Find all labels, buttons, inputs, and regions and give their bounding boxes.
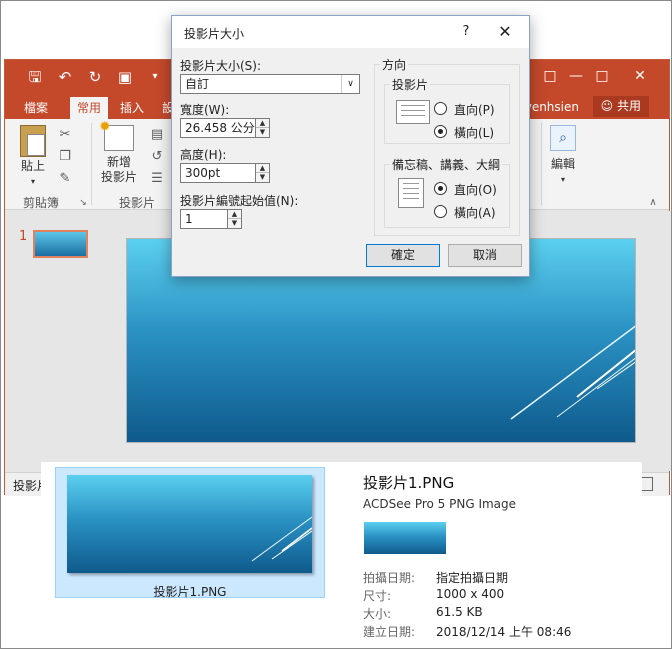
quick-access-toolbar: 🖫 ↶ ↻ ▣ ▾ xyxy=(25,67,165,87)
slides-group-label: 投影片 xyxy=(119,196,156,210)
edit-button[interactable]: ⌕ 編輯 ▾ xyxy=(545,125,581,187)
screenshot-stage: 🖫 ↶ ↻ ▣ ▾ □ — □ ✕ 檔案 常用 插入 設 venhsien ☺ … xyxy=(0,0,672,649)
help-button[interactable]: ? xyxy=(456,22,476,42)
section-icon[interactable]: ☰ xyxy=(149,171,165,187)
share-button[interactable]: ☺ 共用 xyxy=(592,96,649,117)
edit-label: 編輯 xyxy=(550,157,575,171)
slide-size-dialog: 投影片大小 ? ✕ 投影片大小(S): 自訂 ∨ 寬度(W): 26.458 公… xyxy=(171,15,530,277)
slides-portrait-label: 直向(P) xyxy=(454,103,495,117)
tab-insert[interactable]: 插入 xyxy=(113,97,151,119)
slide-size-select[interactable]: 自訂 ∨ xyxy=(180,74,360,94)
landscape-page-icon xyxy=(396,100,430,124)
notes-landscape-label: 橫向(A) xyxy=(454,206,496,220)
cancel-button[interactable]: 取消 xyxy=(448,244,522,267)
share-label: 共用 xyxy=(616,99,641,113)
slide-number: 1 xyxy=(19,229,28,244)
ribbon-separator xyxy=(91,123,92,205)
dialog-title: 投影片大小 xyxy=(184,27,245,41)
spin-down-icon[interactable]: ▼ xyxy=(256,128,269,137)
spin-up-icon[interactable]: ▲ xyxy=(228,210,241,219)
file-tile-caption: 投影片1.PNG xyxy=(153,585,227,599)
prop-value-created: 2018/12/14 上午 08:46 xyxy=(436,625,572,639)
chevron-down-icon: ▾ xyxy=(560,175,565,184)
portrait-page-icon xyxy=(398,178,424,208)
notes-group-title: 備忘稿、講義、大綱 xyxy=(390,156,503,173)
slides-portrait-radio[interactable] xyxy=(434,102,447,115)
new-slide-icon: ✹ xyxy=(99,120,134,151)
file-preview-panel: 投影片1.PNG 投影片1.PNG ACDSee Pro 5 PNG Image… xyxy=(41,462,642,648)
prop-label-size: 大小: xyxy=(363,607,392,621)
size-label: 投影片大小(S): xyxy=(180,59,262,73)
spin-up-icon[interactable]: ▲ xyxy=(256,164,269,173)
start-number-label: 投影片編號起始值(N): xyxy=(180,194,299,208)
layout-icon[interactable]: ▤ xyxy=(149,127,165,143)
slide-thumbnail[interactable] xyxy=(33,230,88,258)
fit-slide-icon[interactable] xyxy=(641,477,653,491)
height-label: 高度(H): xyxy=(180,148,227,162)
maximize-button[interactable]: □ xyxy=(587,64,617,88)
notes-portrait-radio[interactable] xyxy=(434,182,447,195)
prop-value-dimensions: 1000 x 400 xyxy=(436,587,505,601)
window-close-button[interactable]: ✕ xyxy=(625,64,655,88)
user-name[interactable]: venhsien xyxy=(525,97,579,117)
slides-landscape-radio[interactable] xyxy=(434,125,447,138)
notes-landscape-radio[interactable] xyxy=(434,205,447,218)
height-spinner[interactable]: ▲ ▼ xyxy=(255,163,270,183)
file-name: 投影片1.PNG xyxy=(363,474,455,492)
prop-label-created: 建立日期: xyxy=(363,625,416,639)
prop-value-taken[interactable]: 指定拍攝日期 xyxy=(436,569,508,586)
copy-icon[interactable]: ❐ xyxy=(57,149,73,165)
ribbon-separator xyxy=(541,123,542,205)
spin-down-icon[interactable]: ▼ xyxy=(228,219,241,228)
reset-icon[interactable]: ↺ xyxy=(149,149,165,165)
start-number-input[interactable]: 1 xyxy=(180,209,228,229)
slide-size-value: 自訂 xyxy=(185,77,210,91)
prop-label-taken: 拍攝日期: xyxy=(363,571,416,585)
file-tile[interactable]: 投影片1.PNG xyxy=(55,467,325,599)
width-spinner[interactable]: ▲ ▼ xyxy=(255,118,270,138)
thumbnail-decoration-lines xyxy=(251,516,312,562)
new-slide-button[interactable]: ✹ 新增 投影片 xyxy=(97,120,141,185)
start-number-spinner[interactable]: ▲ ▼ xyxy=(227,209,242,229)
slideshow-icon[interactable]: ▣ xyxy=(115,67,135,87)
width-input[interactable]: 26.458 公分 xyxy=(180,118,256,138)
spin-up-icon[interactable]: ▲ xyxy=(256,119,269,128)
height-input[interactable]: 300pt xyxy=(180,163,256,183)
chevron-down-icon: ∨ xyxy=(341,75,359,93)
collapse-ribbon-icon[interactable]: ∧ xyxy=(645,195,661,211)
save-icon[interactable]: 🖫 xyxy=(25,67,45,87)
file-type: ACDSee Pro 5 PNG Image xyxy=(363,497,517,511)
dialog-close-button[interactable]: ✕ xyxy=(490,21,520,43)
tab-home[interactable]: 常用 xyxy=(70,97,109,119)
redo-icon[interactable]: ↻ xyxy=(85,67,105,87)
paste-label: 貼上 xyxy=(20,159,45,173)
clipboard-icon xyxy=(20,125,46,157)
notes-portrait-label: 直向(O) xyxy=(454,183,497,197)
orientation-title: 方向 xyxy=(380,56,409,73)
slides-landscape-label: 橫向(L) xyxy=(454,126,495,140)
small-thumbnail xyxy=(364,522,446,554)
ok-button[interactable]: 確定 xyxy=(366,244,440,267)
file-thumbnail xyxy=(67,475,312,573)
spin-down-icon[interactable]: ▼ xyxy=(256,173,269,182)
undo-icon[interactable]: ↶ xyxy=(55,67,75,87)
clipboard-group-label: 剪貼簿 xyxy=(23,196,60,210)
new-slide-label: 新增 投影片 xyxy=(100,155,137,184)
format-painter-icon[interactable]: ✎ xyxy=(57,171,73,187)
slides-group-title: 投影片 xyxy=(390,76,431,93)
more-icon[interactable]: ▾ xyxy=(145,67,165,87)
prop-value-size: 61.5 KB xyxy=(436,605,483,619)
chevron-down-icon: ▾ xyxy=(30,177,35,186)
prop-label-dimensions: 尺寸: xyxy=(363,589,392,603)
tab-file[interactable]: 檔案 xyxy=(17,97,55,119)
person-icon: ☺ xyxy=(600,99,614,113)
width-label: 寬度(W): xyxy=(180,103,230,117)
search-icon: ⌕ xyxy=(550,125,576,151)
dialog-title-bar: 投影片大小 ? ✕ xyxy=(172,16,529,48)
dialog-launcher-icon[interactable]: ↘ xyxy=(75,195,91,211)
slide-thumbnail-pane: 1 xyxy=(5,211,110,471)
paste-button[interactable]: 貼上 ▾ xyxy=(13,125,53,189)
cut-icon[interactable]: ✂ xyxy=(57,127,73,143)
